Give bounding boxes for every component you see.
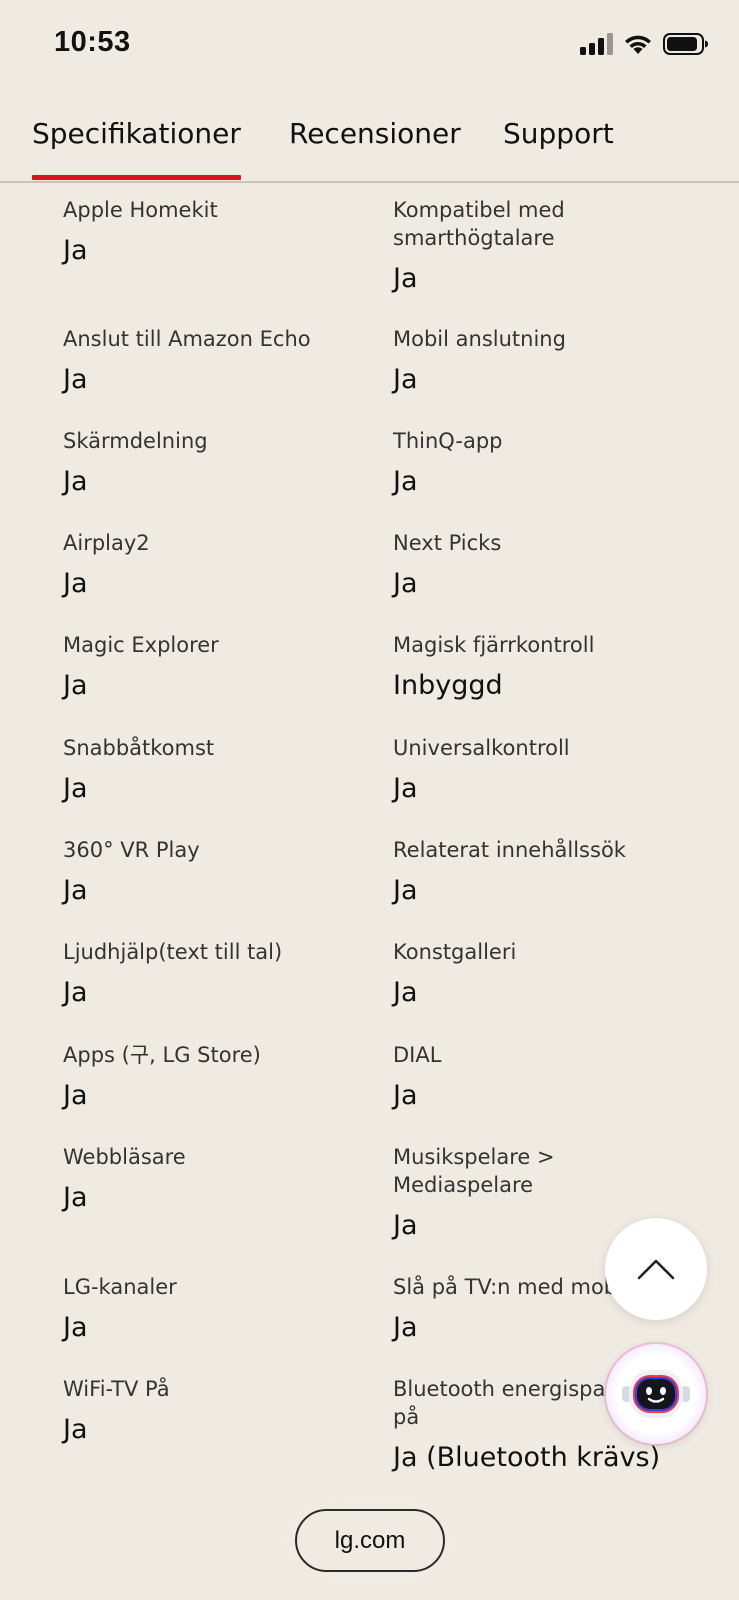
spec-label: Universalkontroll <box>393 736 570 760</box>
spec-label: Apple Homekit <box>63 198 218 222</box>
chatbot-button[interactable] <box>606 1344 706 1444</box>
spec-value: Ja <box>393 1080 418 1111</box>
status-icons <box>580 30 709 58</box>
spec-label: Webbläsare <box>63 1145 186 1169</box>
spec-label: Next Picks <box>393 531 502 555</box>
tab-recensioner[interactable]: Recensioner <box>289 117 461 150</box>
spec-value: Ja <box>63 1312 88 1343</box>
tab-bar: Specifikationer Recensioner Support <box>0 95 739 183</box>
spec-label: 360° VR Play <box>63 838 200 862</box>
spec-value: Ja <box>63 1080 88 1111</box>
browser-url-bar[interactable]: lg.com <box>295 1509 445 1572</box>
spec-value: Ja <box>63 568 88 599</box>
spec-item: Apple Homekit Ja <box>63 196 363 269</box>
spec-value: Ja <box>63 977 88 1008</box>
spec-item: ThinQ-app Ja <box>393 427 683 500</box>
spec-item: 360° VR Play Ja <box>63 836 363 909</box>
spec-value: Ja <box>63 1414 88 1445</box>
spec-value: Ja <box>393 773 418 804</box>
spec-row: Magic Explorer Ja Magisk fjärrkontroll I… <box>0 631 739 734</box>
spec-item: Airplay2 Ja <box>63 529 363 602</box>
spec-item: Next Picks Ja <box>393 529 683 602</box>
spec-label: Relaterat innehållssök <box>393 838 626 862</box>
spec-item: DIAL Ja <box>393 1041 683 1114</box>
spec-value: Ja <box>393 263 418 294</box>
spec-item: Universalkontroll Ja <box>393 734 683 807</box>
spec-value: Ja <box>63 364 88 395</box>
spec-value: Ja <box>63 670 88 701</box>
spec-item: WiFi-TV På Ja <box>63 1375 363 1448</box>
spec-item: Magisk fjärrkontroll Inbyggd <box>393 631 683 704</box>
tab-specifikationer[interactable]: Specifikationer <box>32 117 241 150</box>
spec-value: Ja <box>63 875 88 906</box>
spec-item: LG-kanaler Ja <box>63 1273 363 1346</box>
spec-label: Musikspelare > Mediaspelare <box>393 1145 555 1197</box>
spec-row: Skärmdelning Ja ThinQ-app Ja <box>0 427 739 529</box>
spec-row: Ljudhjälp(text till tal) Ja Konstgalleri… <box>0 938 739 1041</box>
spec-value: Ja <box>393 977 418 1008</box>
spec-item: Kompatibel med smarthögtalare Ja <box>393 196 683 297</box>
spec-item: Snabbåtkomst Ja <box>63 734 363 807</box>
tab-support[interactable]: Support <box>503 117 614 150</box>
spec-item: Ljudhjälp(text till tal) Ja <box>63 938 363 1011</box>
spec-label: Airplay2 <box>63 531 150 555</box>
spec-label: LG-kanaler <box>63 1275 177 1299</box>
cellular-signal-icon <box>580 33 613 55</box>
spec-value: Ja <box>63 235 88 266</box>
spec-value: Ja <box>393 568 418 599</box>
spec-value: Ja <box>63 466 88 497</box>
spec-label: Magic Explorer <box>63 633 219 657</box>
spec-value: Ja <box>63 1182 88 1213</box>
spec-row: Snabbåtkomst Ja Universalkontroll Ja <box>0 734 739 836</box>
spec-label: DIAL <box>393 1043 442 1067</box>
spec-row: Apps (구, LG Store) Ja DIAL Ja <box>0 1041 739 1143</box>
spec-label: Kompatibel med smarthögtalare <box>393 198 565 250</box>
spec-label: ThinQ-app <box>393 429 503 453</box>
spec-label: Snabbåtkomst <box>63 736 215 760</box>
spec-item: Magic Explorer Ja <box>63 631 363 704</box>
spec-item: Anslut till Amazon Echo Ja <box>63 325 363 398</box>
spec-item: Apps (구, LG Store) Ja <box>63 1041 363 1114</box>
spec-item: Relaterat innehållssök Ja <box>393 836 683 909</box>
spec-label: Magisk fjärrkontroll <box>393 633 595 657</box>
spec-row: 360° VR Play Ja Relaterat innehållssök J… <box>0 836 739 938</box>
spec-item: Skärmdelning Ja <box>63 427 363 500</box>
spec-row: Anslut till Amazon Echo Ja Mobil anslutn… <box>0 325 739 427</box>
spec-label: Skärmdelning <box>63 429 208 453</box>
spec-value: Ja (Bluetooth krävs) <box>393 1442 661 1473</box>
spec-label: Anslut till Amazon Echo <box>63 327 311 351</box>
chatbot-robot-icon <box>622 1370 690 1418</box>
spec-value: Inbyggd <box>393 670 503 701</box>
battery-icon <box>663 33 708 55</box>
spec-value: Ja <box>393 875 418 906</box>
spec-item: Mobil anslutning Ja <box>393 325 683 398</box>
chevron-up-icon <box>637 1259 675 1280</box>
spec-row: Airplay2 Ja Next Picks Ja <box>0 529 739 631</box>
spec-label: Apps (구, LG Store) <box>63 1043 261 1067</box>
spec-row: Apple Homekit Ja Kompatibel med smarthög… <box>0 196 739 325</box>
wifi-icon <box>625 35 651 54</box>
spec-value: Ja <box>393 364 418 395</box>
scroll-to-top-button[interactable] <box>605 1218 707 1320</box>
spec-value: Ja <box>393 466 418 497</box>
spec-label: Mobil anslutning <box>393 327 566 351</box>
spec-label: WiFi-TV På <box>63 1377 170 1401</box>
spec-item: Webbläsare Ja <box>63 1143 363 1216</box>
spec-label: Konstgalleri <box>393 940 517 964</box>
status-time: 10:53 <box>54 26 131 58</box>
spec-value: Ja <box>63 773 88 804</box>
active-tab-indicator <box>32 175 241 180</box>
spec-label: Ljudhjälp(text till tal) <box>63 940 283 964</box>
spec-item: Konstgalleri Ja <box>393 938 683 1011</box>
status-bar: 10:53 <box>0 0 739 90</box>
